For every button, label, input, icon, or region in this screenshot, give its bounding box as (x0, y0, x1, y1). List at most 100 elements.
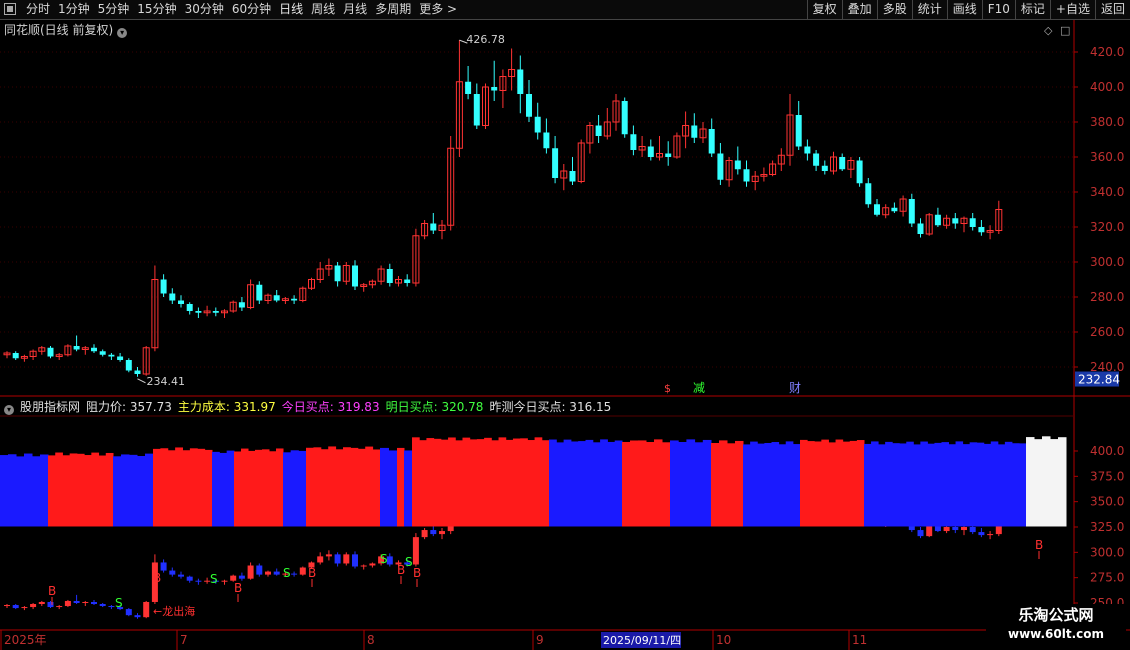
indicator-band-white (1042, 436, 1051, 527)
indicator-band-blue (212, 451, 220, 527)
low-pointer (137, 378, 146, 384)
ind-candle-body (421, 530, 428, 538)
tab-daily[interactable]: 日线 (275, 0, 307, 19)
indicator-band-red (433, 438, 442, 527)
overlay-button[interactable]: 叠加 (841, 0, 877, 19)
indicator-band-red (160, 448, 169, 527)
multi-stock-button[interactable]: 多股 (876, 0, 912, 19)
ind-candle-body (134, 615, 141, 618)
tab-5min[interactable]: 5分钟 (94, 0, 134, 19)
indicator-band-white (1050, 439, 1059, 527)
indicator-band-red (491, 440, 500, 527)
window-icon: □ (1060, 24, 1070, 37)
x-axis-label: 8 (367, 633, 375, 647)
candle-body-down (795, 115, 802, 147)
ind-y-tick-label: 400.0 (1090, 444, 1124, 458)
indicator-field-0: 阻力价: 357.73 (86, 400, 172, 414)
ind-candle-body (169, 570, 176, 575)
indicator-band-red (520, 438, 528, 527)
indicator-band-red (807, 441, 815, 527)
indicator-band-blue (549, 439, 557, 527)
watermark-url: www.60lt.com (1007, 627, 1105, 641)
indicator-band-blue (899, 443, 907, 527)
main-y-tick-label: 400.0 (1090, 80, 1124, 94)
indicator-band-blue (990, 441, 999, 527)
add-watchlist-button[interactable]: +自选 (1049, 0, 1095, 19)
indicator-band-blue (962, 444, 971, 527)
main-y-tick-label: 380.0 (1090, 115, 1124, 129)
candle-body-down (969, 218, 976, 227)
indicator-band-red (711, 442, 720, 527)
candle-body-down (178, 300, 184, 304)
indicator-band-red (397, 447, 405, 527)
indicator-band-blue (556, 442, 565, 527)
indicator-band-blue (757, 443, 765, 527)
candle-body-down (552, 148, 559, 178)
indicator-band-white (1034, 439, 1043, 527)
stats-button[interactable]: 统计 (911, 0, 947, 19)
indicator-band-red (241, 448, 249, 527)
indicator-band-blue (1018, 443, 1027, 527)
candle-body-down (821, 165, 828, 171)
tab-monthly[interactable]: 月线 (339, 0, 371, 19)
tab-weekly[interactable]: 周线 (307, 0, 339, 19)
ind-candle-body (978, 532, 985, 536)
tab-15min[interactable]: 15分钟 (133, 0, 180, 19)
candle-body-down (621, 101, 628, 135)
tab-fenshi[interactable]: 分时 (22, 0, 54, 19)
tab-60min[interactable]: 60分钟 (228, 0, 275, 19)
ind-candle-body (64, 600, 71, 607)
ind-candle-body (926, 526, 933, 537)
mark-button[interactable]: 标记 (1014, 0, 1050, 19)
ind-y-tick-label: 300.0 (1090, 545, 1124, 559)
indicator-band-blue (920, 441, 928, 527)
adjust-button[interactable]: 复权 (806, 0, 842, 19)
indicator-band-blue (563, 439, 572, 527)
indicator-name[interactable]: 股朋指标网 (20, 400, 80, 414)
indicator-band-red (426, 438, 435, 527)
tab-1min[interactable]: 1分钟 (54, 0, 94, 19)
candle-body-down (647, 146, 654, 157)
indicator-band-red (350, 447, 359, 527)
indicator-band-blue (226, 450, 235, 527)
dropdown-chevron-icon[interactable]: ▾ (117, 28, 128, 38)
ind-candle-body (908, 526, 915, 531)
tab-multi-period[interactable]: 多周期 (371, 0, 415, 19)
indicator-band-red (167, 450, 176, 527)
main-chart-title-text: 同花顺(日线 前复权) (4, 23, 114, 37)
candle-body-down (891, 207, 898, 212)
back-button[interactable]: 返回 (1094, 0, 1130, 19)
indicator-band-red (365, 446, 374, 527)
ind-candle-body (995, 526, 1002, 535)
indicator-band-blue (24, 453, 33, 527)
candle-body-down (352, 265, 358, 287)
draw-line-button[interactable]: 画线 (946, 0, 982, 19)
menu-square-icon[interactable] (4, 3, 16, 15)
indicator-band-blue (1011, 443, 1020, 527)
tab-30min[interactable]: 30分钟 (181, 0, 228, 19)
chart-canvas[interactable]: 420.0 400.0 380.0 360.0 340.0 320.0 300.0 280.0… (0, 20, 1130, 650)
indicator-band-blue (771, 442, 780, 527)
indicator-band-red (182, 450, 191, 527)
ind-candle-body (265, 571, 271, 575)
ind-candle-body (291, 573, 298, 575)
indicator-band-red (262, 449, 270, 527)
indicator-band-blue (570, 441, 579, 527)
indicator-band-blue (864, 443, 872, 527)
indicator-band-red (622, 441, 631, 527)
tab-more[interactable]: 更多 > (415, 0, 461, 19)
indicator-band-blue (913, 444, 921, 527)
f10-button[interactable]: F10 (981, 0, 1015, 19)
indicator-band-blue (600, 439, 608, 527)
indicator-band-red (105, 452, 114, 527)
indicator-band-blue (969, 442, 978, 527)
indicator-band-red (654, 439, 663, 527)
current-price-label: 232.84 (1078, 373, 1120, 387)
collapse-chevron-icon[interactable]: ▾ (4, 405, 14, 415)
candle-body-down (708, 129, 715, 154)
ind-candle-body (38, 601, 45, 605)
buy-marker: B (308, 566, 316, 580)
indicator-band-blue (694, 442, 704, 527)
ind-candle-body (47, 601, 54, 608)
ind-candle-body (447, 526, 454, 532)
